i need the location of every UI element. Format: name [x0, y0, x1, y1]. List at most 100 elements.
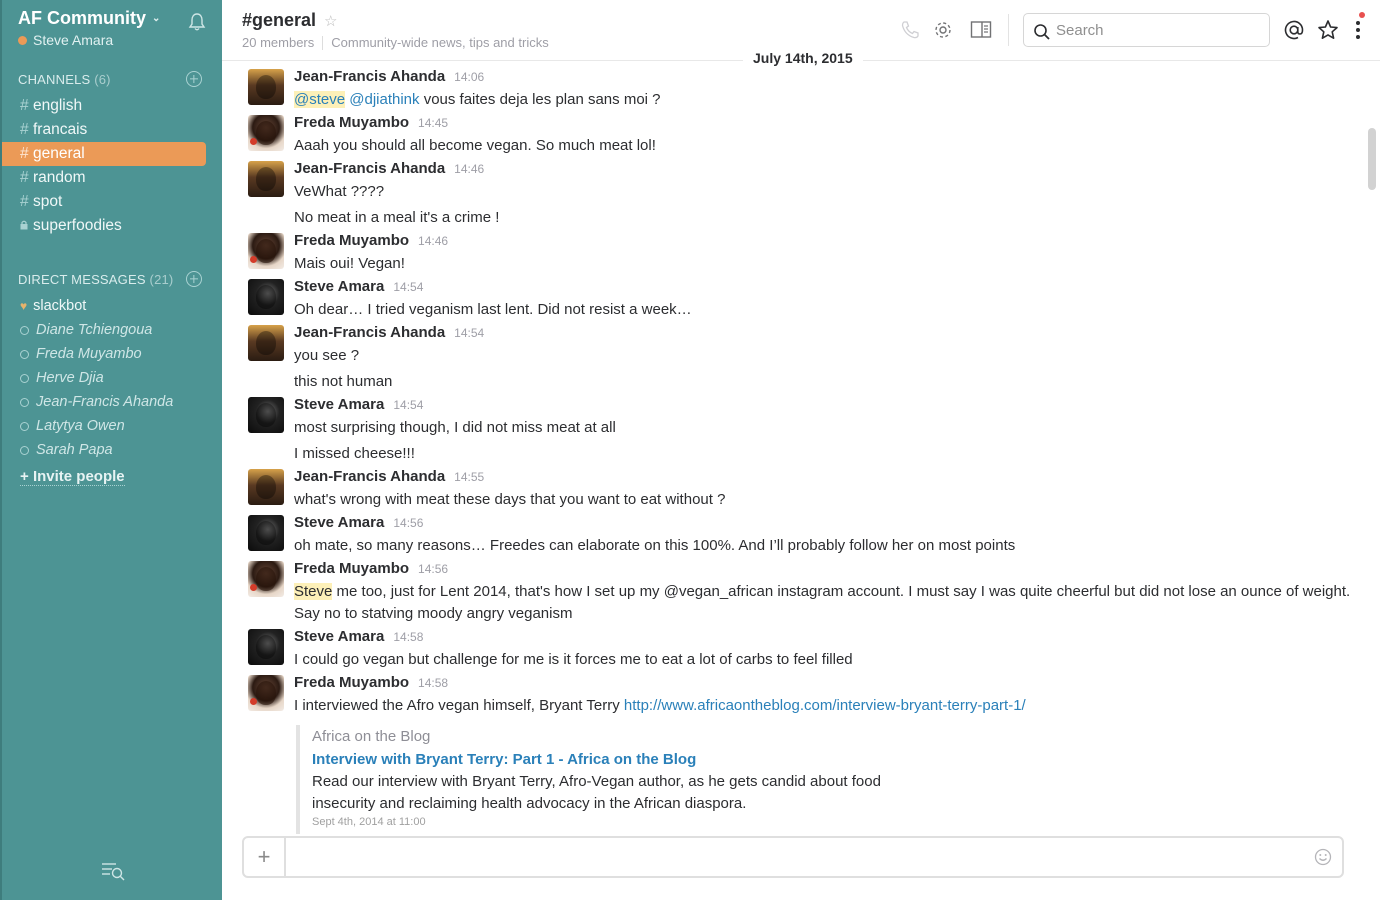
message-author[interactable]: Jean-Francis Ahanda: [294, 324, 445, 341]
sidebar-item-random[interactable]: # random: [2, 166, 206, 190]
dm-item[interactable]: Freda Muyambo: [2, 342, 222, 366]
message-text: Steve me too, just for Lent 2014, that's…: [294, 581, 1362, 603]
avatar-detail: [250, 256, 257, 263]
message-text: Say no to statving moody angry veganism: [294, 603, 1362, 625]
message-author[interactable]: Jean-Francis Ahanda: [294, 468, 445, 485]
message-time[interactable]: 14:45: [418, 116, 448, 130]
avatar-face: [256, 635, 276, 659]
avatar-face: [256, 75, 276, 99]
avatar[interactable]: [248, 515, 284, 551]
team-name[interactable]: AF Community ⌄: [18, 8, 160, 29]
emoji-icon[interactable]: [1314, 848, 1332, 866]
avatar[interactable]: [248, 561, 284, 597]
invite-people-link[interactable]: + Invite people: [20, 468, 125, 486]
sidebar-toggle-icon[interactable]: [970, 20, 992, 40]
message-time[interactable]: 14:54: [454, 326, 484, 340]
channels-count: (6): [94, 71, 111, 87]
dm-item[interactable]: Diane Tchiengoua: [2, 318, 222, 342]
search-input[interactable]: Search: [1023, 13, 1270, 47]
message-time[interactable]: 14:56: [393, 516, 423, 530]
avatar[interactable]: [248, 469, 284, 505]
message-text: you see ?: [294, 345, 1362, 367]
message-text: what's wrong with meat these days that y…: [294, 489, 1362, 511]
hash-icon: #: [20, 121, 29, 138]
message-text-segment: Aaah you should all become vegan. So muc…: [294, 137, 656, 154]
gear-icon[interactable]: [933, 20, 953, 40]
sidebar-item-spot[interactable]: # spot: [2, 190, 206, 214]
add-dm-icon[interactable]: [186, 271, 202, 287]
message-author[interactable]: Freda Muyambo: [294, 114, 409, 131]
message-author[interactable]: Steve Amara: [294, 278, 384, 295]
channels-header[interactable]: CHANNELS (6): [2, 68, 222, 90]
message-time[interactable]: 14:58: [418, 676, 448, 690]
message-author[interactable]: Freda Muyambo: [294, 560, 409, 577]
search-placeholder: Search: [1056, 21, 1104, 39]
message-text-segment: I missed cheese!!!: [294, 445, 415, 462]
message-input[interactable]: [294, 844, 1294, 870]
avatar[interactable]: [248, 325, 284, 361]
sidebar-item-francais[interactable]: # francais: [2, 118, 206, 142]
search-icon: [1034, 24, 1050, 40]
avatar[interactable]: [248, 115, 284, 151]
dm-item[interactable]: Jean-Francis Ahanda: [2, 390, 222, 414]
scrollbar-thumb[interactable]: [1368, 128, 1376, 190]
member-count[interactable]: 20 members: [242, 35, 314, 50]
message-time[interactable]: 14:58: [393, 630, 423, 644]
message-author[interactable]: Freda Muyambo: [294, 232, 409, 249]
message-text-segment: this not human: [294, 373, 393, 390]
avatar[interactable]: [248, 161, 284, 197]
starred-items-icon[interactable]: [1317, 19, 1339, 41]
channel-label: random: [33, 169, 86, 186]
sidebar-item-english[interactable]: # english: [2, 94, 206, 118]
message-time[interactable]: 14:06: [454, 70, 484, 84]
message-author[interactable]: Freda Muyambo: [294, 674, 409, 691]
avatar[interactable]: [248, 233, 284, 269]
add-channel-icon[interactable]: [186, 71, 202, 87]
dm-item[interactable]: Herve Djia: [2, 366, 222, 390]
message-time[interactable]: 14:46: [418, 234, 448, 248]
message-time[interactable]: 14:46: [454, 162, 484, 176]
message-list[interactable]: Jean-Francis Ahanda 14:06 @steve @djiathin…: [222, 62, 1362, 834]
sidebar-item-superfoodies[interactable]: superfoodies: [2, 214, 206, 238]
user-mention[interactable]: @djiathink: [349, 91, 419, 108]
message-author[interactable]: Steve Amara: [294, 396, 384, 413]
team-header[interactable]: AF Community ⌄ Steve Amara: [2, 0, 222, 58]
mentions-icon[interactable]: [1283, 19, 1305, 41]
message-time[interactable]: 14:54: [393, 280, 423, 294]
message-author[interactable]: Steve Amara: [294, 514, 384, 531]
current-user[interactable]: Steve Amara: [18, 32, 222, 48]
sidebar-item-general[interactable]: # general: [2, 142, 206, 166]
message-author[interactable]: Steve Amara: [294, 628, 384, 645]
phone-icon[interactable]: [900, 20, 920, 40]
quick-switcher-icon[interactable]: [100, 860, 126, 882]
presence-offline-icon: [20, 373, 29, 383]
presence-away-icon: [18, 35, 27, 45]
message-text-segment: Oh dear… I tried veganism last lent. Did…: [294, 301, 692, 318]
message-time[interactable]: 14:54: [393, 398, 423, 412]
more-vertical-icon[interactable]: [1354, 19, 1362, 41]
avatar[interactable]: [248, 279, 284, 315]
bell-icon[interactable]: [188, 12, 206, 32]
message-link[interactable]: http://www.africaontheblog.com/interview…: [624, 697, 1026, 714]
avatar[interactable]: [248, 69, 284, 105]
attach-plus-icon[interactable]: +: [244, 838, 286, 876]
preview-title-link[interactable]: Interview with Bryant Terry: Part 1 - Af…: [312, 748, 1362, 771]
dm-header[interactable]: DIRECT MESSAGES (21): [2, 268, 222, 290]
dm-item[interactable]: Sarah Papa: [2, 438, 222, 462]
avatar[interactable]: [248, 397, 284, 433]
message: Steve Amara 14:56 oh mate, so many reasons…: [222, 511, 1362, 557]
message-time[interactable]: 14:55: [454, 470, 484, 484]
star-icon[interactable]: ☆: [324, 12, 337, 30]
dm-item[interactable]: Latytya Owen: [2, 414, 222, 438]
dm-item[interactable]: ♥ slackbot: [2, 294, 222, 318]
avatar[interactable]: [248, 629, 284, 665]
avatar[interactable]: [248, 675, 284, 711]
message-author[interactable]: Jean-Francis Ahanda: [294, 160, 445, 177]
user-mention[interactable]: @steve: [294, 91, 346, 108]
message-meta: Jean-Francis Ahanda 14:55: [294, 465, 1362, 489]
presence-offline-icon: [20, 445, 29, 455]
message-text: oh mate, so many reasons… Freedes can el…: [294, 535, 1362, 557]
message-time[interactable]: 14:56: [418, 562, 448, 576]
message-author[interactable]: Jean-Francis Ahanda: [294, 68, 445, 85]
channel-title[interactable]: #general ☆: [242, 10, 338, 31]
